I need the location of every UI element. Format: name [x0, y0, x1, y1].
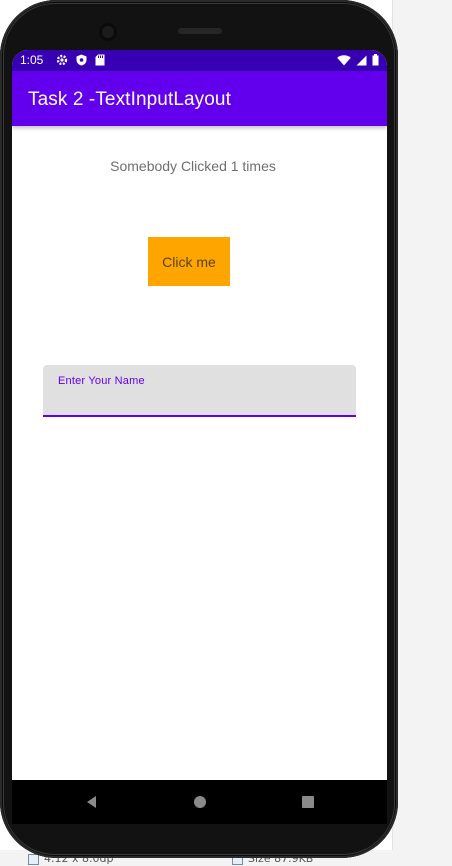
- back-icon[interactable]: [84, 794, 100, 810]
- app-title: Task 2 -TextInputLayout: [28, 89, 231, 110]
- app-bar: Task 2 -TextInputLayout: [12, 71, 387, 126]
- name-field-label: Enter Your Name: [58, 375, 145, 387]
- name-input[interactable]: [58, 391, 338, 411]
- name-text-input-layout[interactable]: Enter Your Name: [43, 365, 356, 417]
- battery-icon: [372, 54, 379, 66]
- device-screen: 1:05 Task 2 -TextInputLayout Somebody Cl…: [12, 50, 387, 824]
- front-camera-icon: [99, 23, 117, 41]
- navigation-bar: [12, 780, 387, 824]
- earpiece-speaker: [178, 28, 222, 34]
- checkbox-icon: [28, 854, 39, 865]
- home-icon[interactable]: [192, 794, 208, 810]
- shield-icon: [76, 54, 87, 66]
- recents-icon[interactable]: [300, 794, 316, 810]
- status-time: 1:05: [20, 53, 44, 67]
- status-bar: 1:05: [12, 50, 387, 71]
- wifi-icon: [337, 54, 351, 65]
- sd-card-icon: [95, 54, 105, 66]
- settings-icon: [56, 54, 68, 66]
- phone-frame: 1:05 Task 2 -TextInputLayout Somebody Cl…: [0, 0, 398, 858]
- click-me-button[interactable]: Click me: [148, 237, 230, 286]
- click-counter-text: Somebody Clicked 1 times: [110, 158, 276, 174]
- signal-icon: [356, 55, 367, 65]
- background-window: [392, 0, 452, 866]
- main-content: Somebody Clicked 1 times Click me Enter …: [12, 126, 387, 780]
